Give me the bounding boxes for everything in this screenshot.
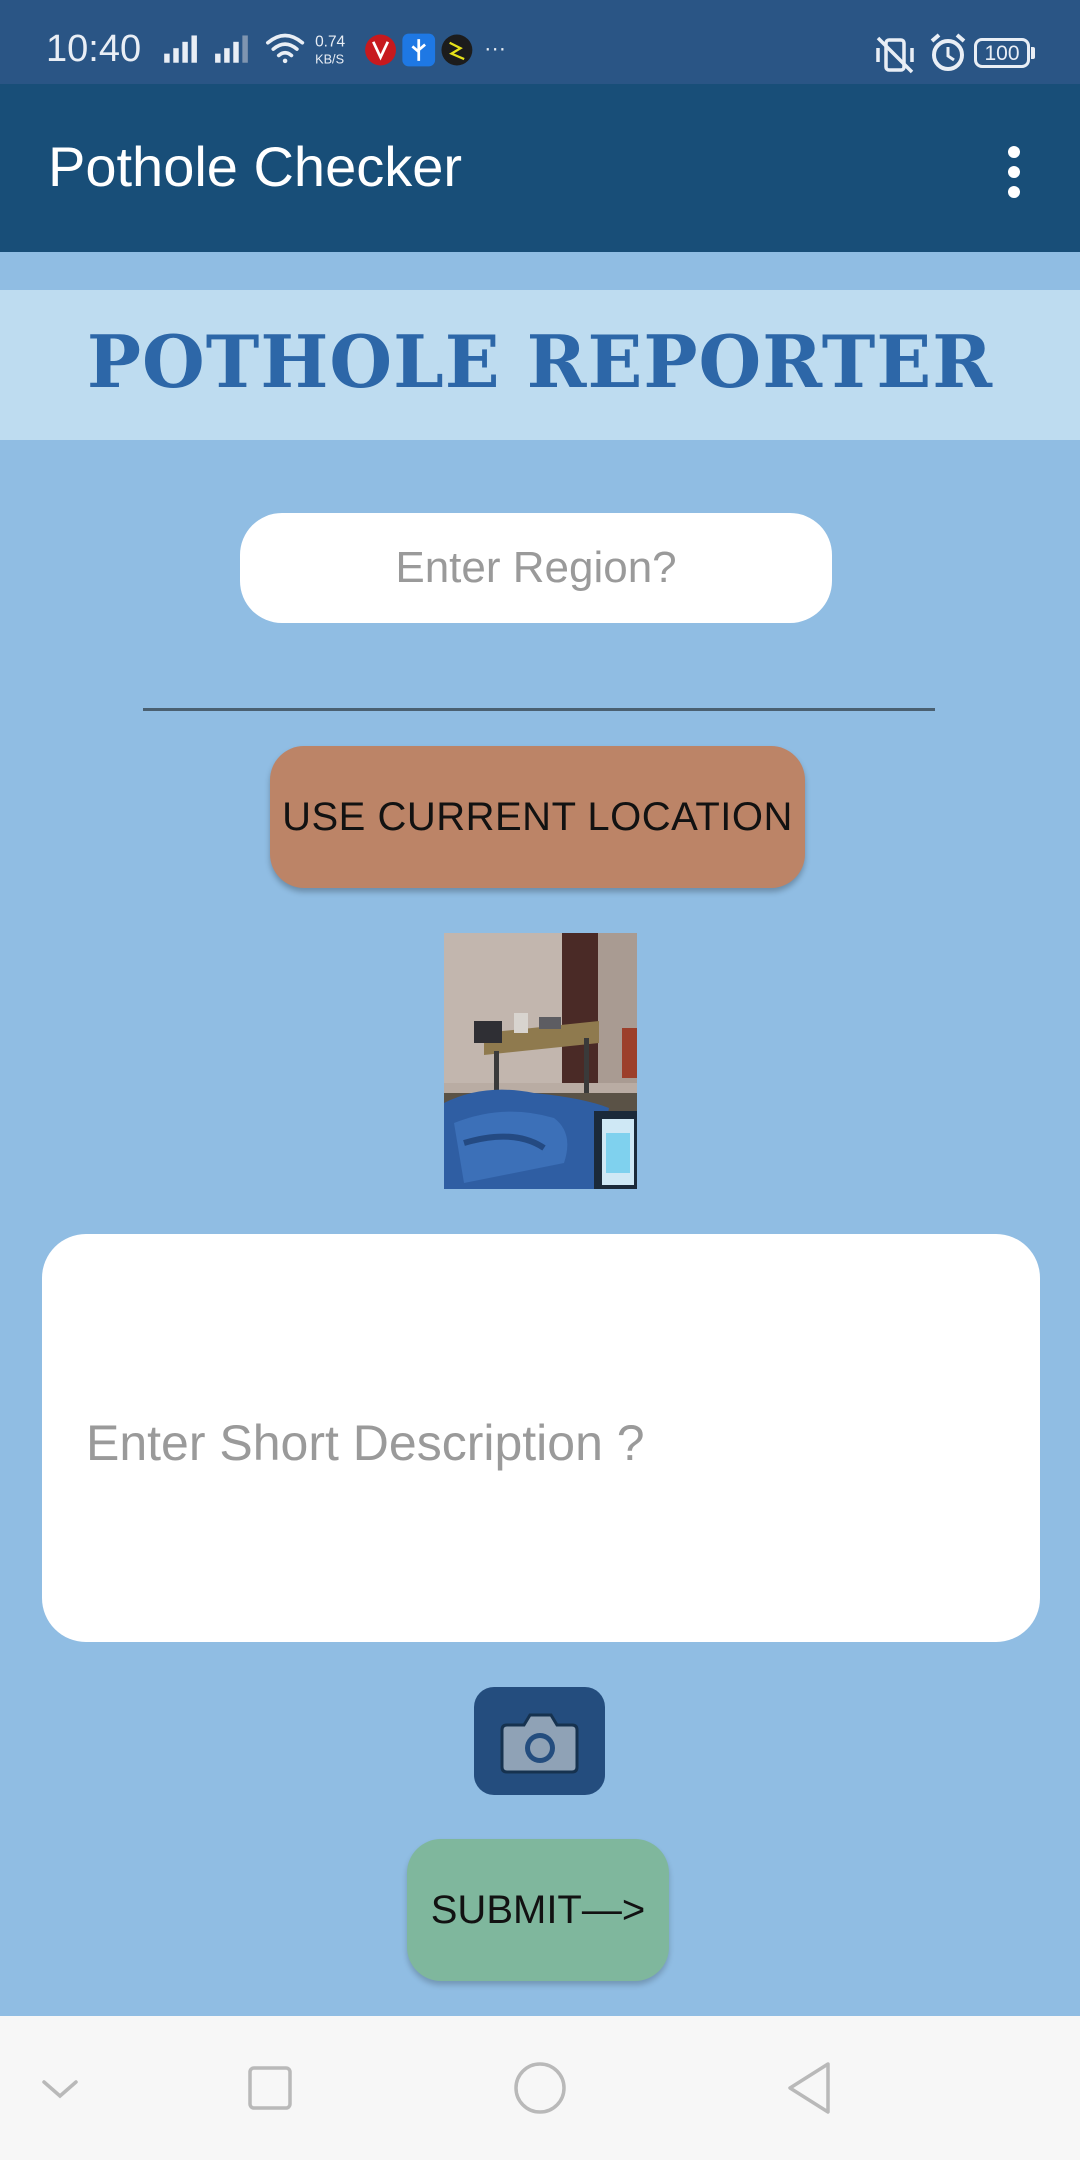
alarm-icon [930,33,966,71]
page-title: POTHOLE REPORTER [86,319,994,404]
app-notification-icon [365,34,396,66]
camera-icon [500,1713,579,1774]
battery-tip [1031,47,1035,59]
description-input[interactable] [42,1234,1040,1642]
network-speed-value: 0.74 [315,33,345,50]
system-nav-bar [0,2016,1080,2160]
photo-thumbnail [444,933,637,1189]
overflow-menu-icon[interactable] [1000,144,1028,200]
status-time: 10:40 [46,28,142,70]
submit-button[interactable]: SUBMIT—> [407,1839,669,1981]
usb-icon [402,33,436,67]
status-icons: 0.74 KB/S ··· [164,33,506,67]
back-icon[interactable] [778,2056,842,2120]
more-notifications-indicator: ··· [484,35,506,60]
chevron-down-icon[interactable] [28,2056,92,2120]
app-notification-icon [441,34,473,66]
signal-icon [215,35,248,63]
battery-level: 100 [984,42,1020,65]
network-speed-unit: KB/S [315,52,344,67]
battery-icon: 100 [974,38,1030,68]
status-bar: 10:40 0.74 KB/S ··· 100 [0,0,1080,84]
photo-thumbnail-image [444,933,637,1189]
wifi-icon [266,33,305,64]
app-title: Pothole Checker [48,135,463,198]
camera-button[interactable] [474,1687,605,1795]
app-bar: Pothole Checker [0,84,1080,252]
use-current-location-button[interactable]: USE CURRENT LOCATION [270,746,805,888]
home-icon[interactable] [508,2056,572,2120]
signal-icon [164,35,197,63]
header-banner: POTHOLE REPORTER [0,290,1080,440]
vibrate-icon [876,36,914,74]
recents-icon[interactable] [238,2056,302,2120]
region-input[interactable] [240,513,832,623]
divider [143,708,935,711]
